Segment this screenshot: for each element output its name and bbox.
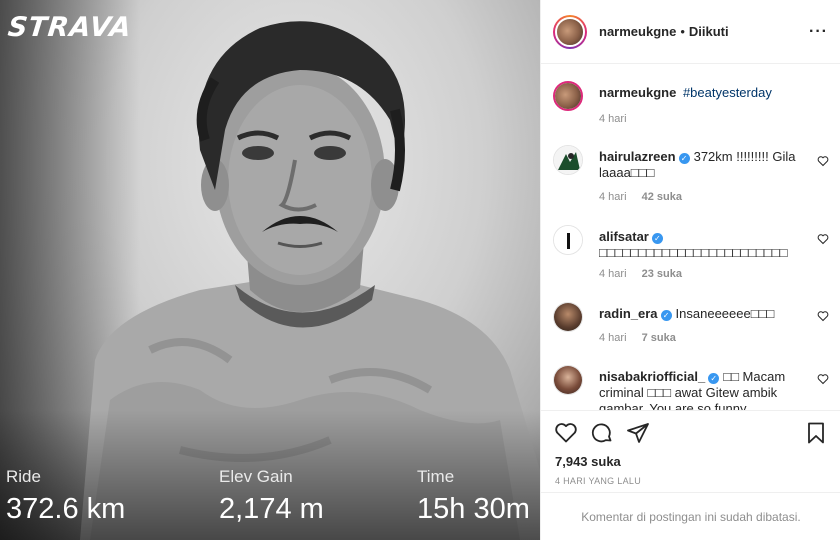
comment-time[interactable]: 4 hari	[599, 191, 627, 203]
comment-time[interactable]: 4 hari	[599, 268, 627, 280]
likes-count[interactable]: 7,943 suka	[555, 454, 621, 469]
caption-time[interactable]: 4 hari	[599, 113, 627, 125]
separator-dot: •	[680, 24, 685, 39]
avatar[interactable]	[553, 302, 583, 332]
comments-disabled-notice: Komentar di postingan ini sudah dibatasi…	[541, 492, 840, 540]
share-send-icon[interactable]	[626, 421, 650, 445]
comment-time[interactable]: 4 hari	[599, 332, 627, 344]
verified-badge-icon: ✓	[651, 233, 663, 244]
stat-ride: Ride 372.6 km	[6, 467, 125, 526]
post-timestamp[interactable]: 4 HARI YANG LALU	[555, 476, 641, 486]
stat-value: 372.6 km	[6, 493, 126, 525]
author-username[interactable]: narmeukgne	[599, 24, 676, 39]
comment-username[interactable]: radin_era	[599, 306, 658, 321]
comment-content: □□□□□□□□□□□□□□□□□□□□□□□□	[599, 245, 788, 260]
avatar[interactable]	[553, 225, 583, 255]
comment-bubble-icon[interactable]	[590, 421, 614, 445]
comment-username[interactable]: alifsatar	[599, 229, 649, 244]
like-heart-icon[interactable]	[554, 421, 578, 445]
avatar[interactable]	[553, 81, 583, 111]
comment-meta: 4 hari 23 suka	[599, 268, 694, 280]
post-side-panel: narmeukgne • Diikuti ··· narmeukgne #bea…	[540, 0, 840, 540]
follow-status-button[interactable]: Diikuti	[689, 24, 729, 39]
stat-label: Elev Gain	[219, 467, 293, 486]
comments-list[interactable]: narmeukgne #beatyesterday 4 hari hairula…	[541, 65, 840, 410]
heart-icon[interactable]	[817, 233, 829, 245]
caption-text: narmeukgne #beatyesterday	[599, 85, 799, 101]
stat-label: Time	[417, 467, 455, 486]
comment-text: alifsatar ✓□□□□□□□□□□□□□□□□□□□□□□□□	[599, 229, 799, 261]
comment-text: nisabakriofficial_ ✓ □□ Macam criminal □□□…	[599, 369, 799, 410]
heart-icon[interactable]	[817, 373, 829, 385]
comment-username[interactable]: nisabakriofficial_	[599, 369, 705, 384]
heart-icon[interactable]	[817, 155, 829, 167]
hashtag-link[interactable]: #beatyesterday	[683, 85, 772, 100]
strava-logo: STRAVA	[6, 12, 134, 43]
comment-content: Insaneeeeee□□□	[675, 306, 775, 321]
post-photo[interactable]: STRAVA Ride 372.6 km Elev Gain 2,174 m T…	[0, 0, 540, 540]
stat-value: 15h 30m	[417, 493, 530, 525]
comment-text: hairulazreen ✓ 372km !!!!!!!!! Gila laaaa□…	[599, 149, 799, 181]
comment-likes[interactable]: 42 suka	[642, 191, 682, 203]
stat-time: Time 15h 30m	[417, 467, 530, 526]
comment-meta: 4 hari 42 suka	[599, 191, 694, 203]
comment-username[interactable]: hairulazreen	[599, 149, 676, 164]
verified-badge-icon: ✓	[660, 310, 672, 321]
heart-icon[interactable]	[817, 310, 829, 322]
caption-meta: 4 hari	[599, 113, 639, 125]
stat-label: Ride	[6, 467, 41, 486]
avatar[interactable]	[553, 145, 583, 175]
avatar[interactable]	[553, 365, 583, 395]
stat-elev-gain: Elev Gain 2,174 m	[219, 467, 324, 526]
stat-value: 2,174 m	[219, 493, 324, 525]
comment-likes[interactable]: 23 suka	[642, 268, 682, 280]
comment-text: radin_era ✓ Insaneeeeee□□□	[599, 306, 799, 322]
comment-meta: 4 hari 7 suka	[599, 332, 688, 344]
verified-badge-icon: ✓	[708, 373, 720, 384]
caption-username[interactable]: narmeukgne	[599, 85, 676, 100]
avatar[interactable]	[553, 14, 587, 49]
post-header: narmeukgne • Diikuti ···	[541, 0, 840, 64]
comment-likes[interactable]: 7 suka	[642, 332, 676, 344]
more-options-icon[interactable]: ···	[809, 23, 828, 41]
bookmark-icon[interactable]	[804, 421, 828, 445]
post-actions: 7,943 suka 4 HARI YANG LALU	[541, 410, 840, 492]
verified-badge-icon: ✓	[678, 153, 690, 164]
